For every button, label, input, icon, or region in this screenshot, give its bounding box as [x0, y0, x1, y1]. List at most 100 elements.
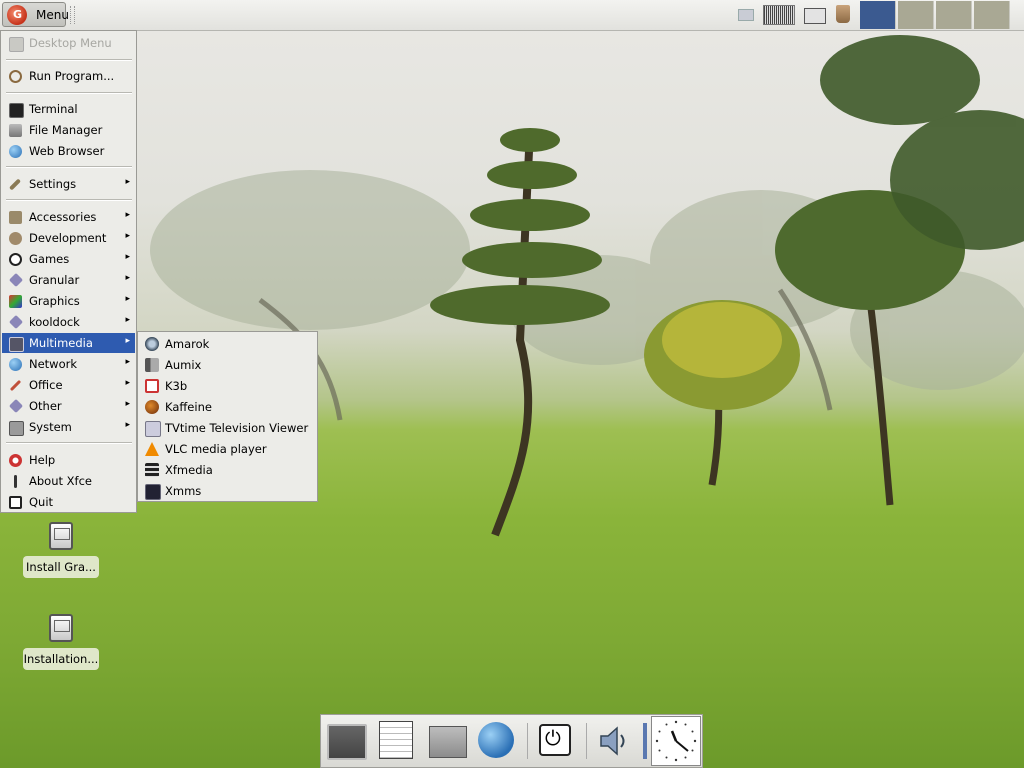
power-icon	[9, 496, 22, 509]
menu-item-label: Settings	[29, 177, 77, 191]
submenu-item-label: Amarok	[165, 337, 210, 351]
workspace-1[interactable]	[860, 1, 896, 29]
volume-icon[interactable]	[599, 725, 629, 757]
speaker-icon	[145, 358, 159, 372]
menu-item-label: Quit	[29, 495, 54, 509]
web-globe-icon[interactable]	[478, 722, 514, 758]
menu-item-label: kooldock	[29, 315, 80, 329]
desktop-icon-install-graphical[interactable]: Install Gra...	[21, 522, 101, 582]
submenu-item-aumix[interactable]: Aumix	[139, 354, 316, 375]
menu-item-settings[interactable]: Settings ▸	[2, 174, 135, 194]
menu-item-multimedia[interactable]: Multimedia ▸	[2, 333, 135, 353]
info-icon	[14, 475, 17, 488]
installer-icon	[49, 522, 73, 550]
menu-item-run-program[interactable]: Run Program...	[2, 66, 135, 86]
desktop-menu-icon	[9, 37, 24, 52]
workspace-4[interactable]	[974, 1, 1010, 29]
show-desktop-icon[interactable]	[327, 724, 367, 760]
menu-item-web-browser[interactable]: Web Browser	[2, 141, 135, 161]
folder-icon	[9, 124, 22, 137]
tv-icon	[145, 421, 161, 437]
ball-icon	[9, 253, 22, 266]
menu-separator	[6, 199, 132, 201]
menu-item-office[interactable]: Office ▸	[2, 375, 135, 395]
submenu-item-label: TVtime Television Viewer	[165, 421, 309, 435]
desktop-icon-installation[interactable]: Installation...	[21, 614, 101, 674]
menu-item-terminal[interactable]: Terminal	[2, 99, 135, 119]
submenu-item-vlc[interactable]: VLC media player	[139, 438, 316, 459]
panel-handle[interactable]	[70, 6, 75, 24]
desktop-icon-label: Install Gra...	[23, 556, 99, 578]
display-icon[interactable]	[738, 9, 754, 21]
menu-item-label: Graphics	[29, 294, 80, 308]
submenu-item-label: VLC media player	[165, 442, 267, 456]
menu-separator	[6, 92, 132, 94]
menu-item-granular[interactable]: Granular ▸	[2, 270, 135, 290]
monitor-icon[interactable]	[804, 8, 826, 24]
menu-item-label: Terminal	[29, 102, 78, 116]
submenu-item-amarok[interactable]: Amarok	[139, 333, 316, 354]
submenu-arrow-icon: ▸	[125, 315, 130, 325]
bottom-dock	[320, 714, 703, 768]
multimedia-submenu: Amarok Aumix K3b Kaffeine TVtime Televis…	[137, 331, 318, 502]
menu-item-label: File Manager	[29, 123, 103, 137]
menu-item-label: Desktop Menu	[29, 36, 112, 50]
menu-item-accessories[interactable]: Accessories ▸	[2, 207, 135, 227]
menu-item-graphics[interactable]: Graphics ▸	[2, 291, 135, 311]
trash-icon[interactable]	[836, 5, 850, 23]
menu-item-label: Help	[29, 453, 56, 467]
submenu-item-label: Kaffeine	[165, 400, 212, 414]
submenu-item-xfmedia[interactable]: Xfmedia	[139, 459, 316, 480]
k3b-icon	[145, 379, 159, 393]
menu-item-about-xfce[interactable]: About Xfce	[2, 471, 135, 491]
keyboard-layout-icon[interactable]	[763, 5, 795, 25]
diamond-icon	[8, 272, 24, 288]
clock-icon[interactable]	[651, 716, 701, 766]
main-menu: Desktop Menu Run Program... Terminal Fil…	[0, 30, 137, 513]
paint-icon	[9, 295, 22, 308]
file-cabinet-icon[interactable]	[429, 726, 467, 758]
menu-item-label: Web Browser	[29, 144, 105, 158]
xfce-logo-icon	[7, 5, 27, 25]
submenu-item-label: Xmms	[165, 484, 202, 498]
menu-item-help[interactable]: Help	[2, 450, 135, 470]
desktop-icon-label: Installation...	[23, 648, 99, 670]
wrench-icon	[8, 178, 22, 191]
submenu-arrow-icon: ▸	[125, 399, 130, 409]
submenu-item-tvtime[interactable]: TVtime Television Viewer	[139, 417, 316, 438]
submenu-item-label: K3b	[165, 379, 188, 393]
diamond-icon	[8, 314, 24, 330]
menu-item-label: Games	[29, 252, 70, 266]
tools-icon	[9, 211, 22, 224]
menu-item-network[interactable]: Network ▸	[2, 354, 135, 374]
submenu-item-kaffeine[interactable]: Kaffeine	[139, 396, 316, 417]
submenu-arrow-icon: ▸	[125, 378, 130, 388]
menu-button-label: Menu	[36, 8, 69, 22]
menu-item-kooldock[interactable]: kooldock ▸	[2, 312, 135, 332]
menu-item-quit[interactable]: Quit	[2, 492, 135, 512]
workspace-3[interactable]	[936, 1, 972, 29]
menu-button[interactable]: Menu	[2, 2, 69, 27]
multimedia-icon	[9, 337, 24, 352]
menu-item-other[interactable]: Other ▸	[2, 396, 135, 416]
menu-item-system[interactable]: System ▸	[2, 417, 135, 437]
workspace-2[interactable]	[898, 1, 934, 29]
menu-item-file-manager[interactable]: File Manager	[2, 120, 135, 140]
film-icon	[145, 463, 159, 477]
submenu-arrow-icon: ▸	[125, 357, 130, 367]
menu-item-label: Multimedia	[29, 336, 93, 350]
menu-item-label: Accessories	[29, 210, 97, 224]
menu-separator	[6, 59, 132, 61]
menu-item-games[interactable]: Games ▸	[2, 249, 135, 269]
menu-separator	[6, 442, 132, 444]
notepad-icon[interactable]	[379, 721, 413, 759]
submenu-arrow-icon: ▸	[125, 252, 130, 262]
submenu-item-xmms[interactable]: Xmms	[139, 480, 316, 501]
menu-item-development[interactable]: Development ▸	[2, 228, 135, 248]
power-icon[interactable]	[539, 724, 571, 756]
menu-separator	[6, 166, 132, 168]
dock-handle[interactable]	[643, 723, 647, 759]
submenu-item-label: Xfmedia	[165, 463, 213, 477]
submenu-item-k3b[interactable]: K3b	[139, 375, 316, 396]
submenu-item-label: Aumix	[165, 358, 202, 372]
